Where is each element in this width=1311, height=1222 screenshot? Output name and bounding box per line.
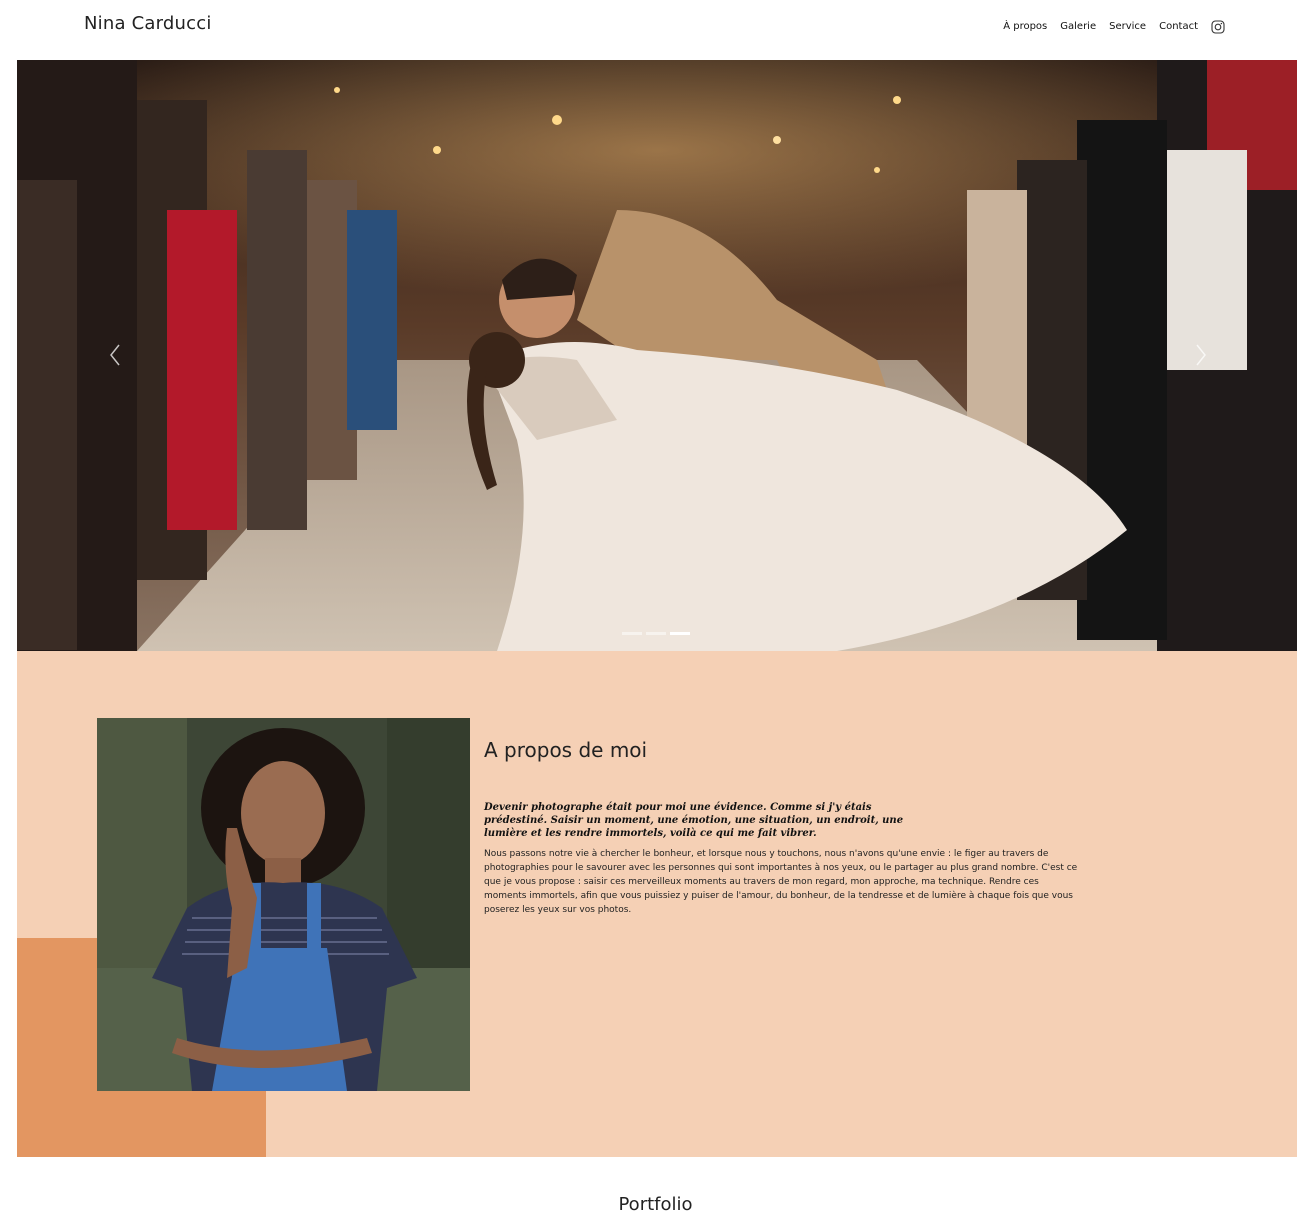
nav-link-contact[interactable]: Contact (1159, 21, 1198, 32)
carousel-indicators (622, 632, 694, 635)
nav-link-gallery[interactable]: Galerie (1060, 21, 1096, 32)
about-title: A propos de moi (484, 738, 648, 762)
carousel-indicator[interactable] (670, 632, 690, 635)
nav-link-service[interactable]: Service (1109, 21, 1146, 32)
about-body-text: Nous passons notre vie à chercher le bon… (484, 849, 1078, 915)
carousel-indicator[interactable] (646, 632, 666, 635)
main-nav: À propos Galerie Service Contact (990, 19, 1225, 34)
hero-carousel (17, 60, 1297, 651)
carousel-prev-icon[interactable] (107, 342, 123, 368)
site-header: Nina Carducci À propos Galerie Service C… (0, 0, 1311, 60)
portrait-photo (97, 718, 470, 1091)
about-section: A propos de moi Devenir photographe étai… (17, 651, 1297, 1157)
carousel-next-icon[interactable] (1193, 342, 1209, 368)
instagram-icon[interactable] (1211, 19, 1225, 34)
about-quote: Devenir photographe était pour moi une é… (484, 802, 904, 839)
nav-link-about[interactable]: À propos (1003, 21, 1047, 32)
carousel-indicator[interactable] (622, 632, 642, 635)
hero-wedding-photo (17, 60, 1297, 651)
portfolio-title: Portfolio (618, 1194, 693, 1215)
brand-name[interactable]: Nina Carducci (84, 13, 212, 34)
